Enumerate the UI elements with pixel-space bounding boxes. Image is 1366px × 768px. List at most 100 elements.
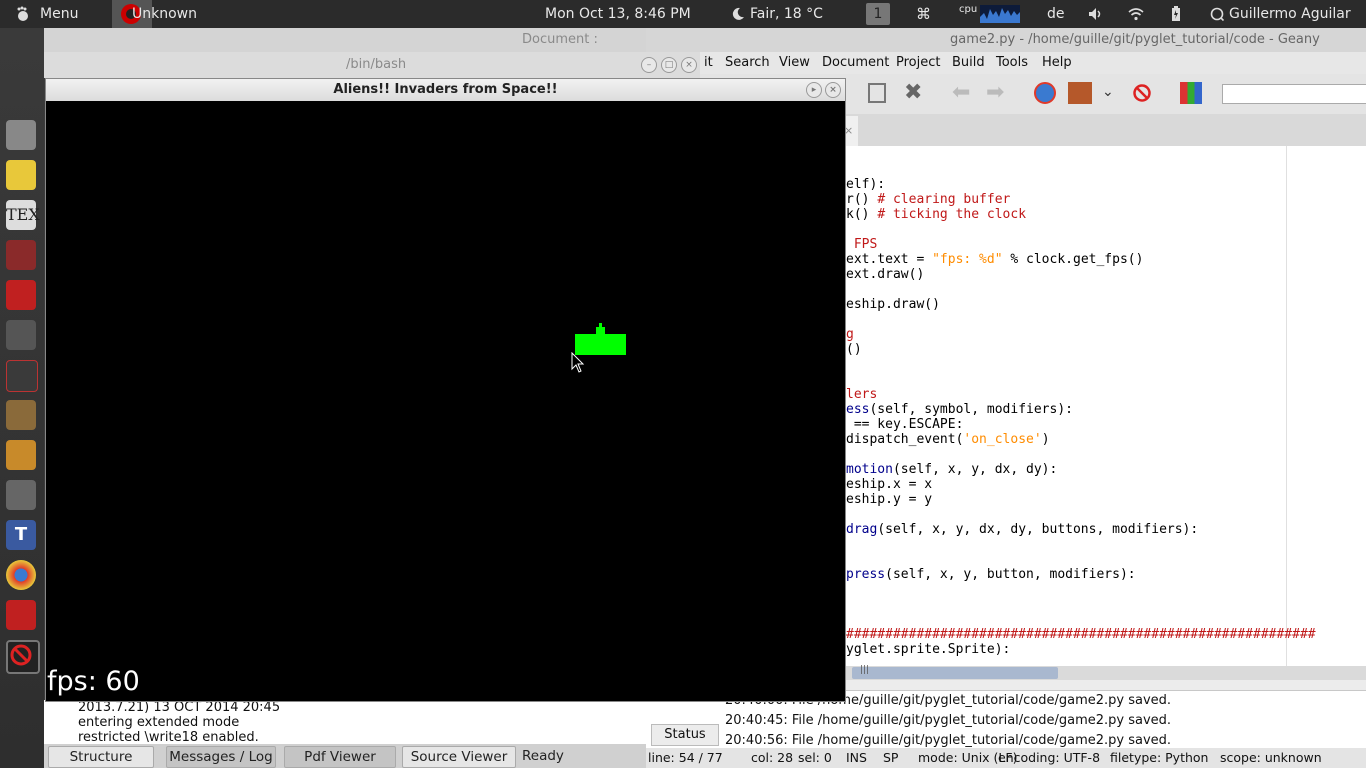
archive-icon[interactable] [6, 400, 36, 430]
build-dropdown-chevron-icon[interactable]: ⌄ [1102, 84, 1114, 100]
stop-build-icon[interactable] [1132, 83, 1152, 103]
code-line: motion(self, x, y, dx, dy): [846, 462, 1057, 477]
status-encoding: encoding: UTF-8 [998, 750, 1101, 765]
code-line: eship.y = y [846, 492, 932, 507]
compile-icon[interactable] [1034, 82, 1056, 104]
chrome-icon[interactable] [6, 560, 36, 590]
terminal-line: 2013.7.21) 13 OCT 2014 20:45 [78, 700, 281, 715]
menu-build[interactable]: Build [952, 52, 985, 74]
close-icon[interactable]: × [681, 57, 697, 73]
pidgin-icon[interactable] [6, 160, 36, 190]
mouse-cursor-icon [571, 351, 585, 374]
long-line-marker [1286, 146, 1287, 666]
calculator-icon[interactable] [6, 320, 36, 350]
code-token: (self, x, y, dx, dy, buttons, modifiers)… [877, 522, 1199, 537]
revert-icon[interactable] [868, 83, 886, 103]
app-dock: TEX T [0, 28, 44, 768]
texmaker-icon[interactable]: TEX [6, 200, 40, 230]
cpu-graph[interactable] [980, 5, 1020, 23]
web-icon[interactable] [6, 360, 38, 392]
workspace-switcher[interactable]: 1 [866, 3, 890, 25]
code-line: eship.draw() [846, 297, 940, 312]
maximize-icon[interactable]: ▸ [806, 82, 822, 98]
document-window-titlebar[interactable]: Document : /home/gi [44, 28, 646, 71]
search-input[interactable] [1222, 84, 1366, 104]
settings-gear-icon[interactable] [6, 480, 36, 510]
tab-status[interactable]: Status [651, 724, 719, 746]
status-filetype: filetype: Python [1110, 750, 1209, 765]
code-line: yglet.sprite.Sprite): [846, 642, 1010, 657]
menu-search[interactable]: Search [725, 52, 770, 74]
game-window-titlebar[interactable]: Aliens!! Invaders from Space!! ▸ × [46, 79, 845, 101]
build-icon[interactable] [1068, 82, 1092, 104]
maximize-icon[interactable]: □ [661, 57, 677, 73]
menu-document[interactable]: Document [822, 52, 889, 74]
user-name[interactable]: Guillermo Aguilar [1229, 0, 1351, 28]
structure-button[interactable]: Structure [48, 746, 154, 768]
code-line: elf): [846, 177, 885, 192]
geany-title-text: game2.py - /home/guille/git/pyglet_tutor… [950, 32, 1320, 47]
code-line: ess(self, symbol, modifiers): [846, 402, 1073, 417]
volume-icon[interactable] [1088, 0, 1104, 28]
status-sp: SP [883, 750, 899, 765]
color-chooser-icon[interactable] [1180, 82, 1202, 104]
weather-text[interactable]: Fair, 18 °C [750, 0, 823, 28]
code-line: drag(self, x, y, dx, dy, buttons, modifi… [846, 522, 1198, 537]
menu-button[interactable]: Menu [40, 0, 78, 28]
stop-icon[interactable] [6, 640, 40, 674]
code-token: motion [846, 462, 893, 477]
code-line: FPS [846, 237, 878, 252]
battery-icon[interactable] [1171, 0, 1181, 28]
terminal-line: restricted \write18 enabled. [78, 730, 259, 745]
geany-titlebar[interactable]: game2.py - /home/guille/git/pyglet_tutor… [646, 28, 1366, 52]
messages-log-button[interactable]: Messages / Log [166, 746, 276, 768]
code-token: FPS [846, 237, 878, 252]
close-icon[interactable]: × [825, 82, 841, 98]
keyboard-layout[interactable]: de [1047, 0, 1065, 28]
game-window[interactable] [45, 78, 846, 702]
file-manager-icon[interactable] [6, 120, 36, 150]
build-status: Ready [522, 748, 564, 764]
bash-window-titlebar[interactable]: /bin/bash – □ × [44, 52, 700, 78]
forward-icon[interactable]: ➡ [986, 80, 1004, 105]
code-line: eship.x = x [846, 477, 932, 492]
bow-icon[interactable] [6, 440, 36, 470]
code-line: ext.draw() [846, 267, 924, 282]
minimize-icon[interactable]: – [641, 57, 657, 73]
tab-close-icon[interactable]: × [844, 116, 858, 146]
source-viewer-button[interactable]: Source Viewer [402, 746, 516, 768]
code-line: ext.text = "fps: %d" % clock.get_fps() [846, 252, 1143, 267]
close-file-icon[interactable]: ✖ [904, 80, 922, 105]
user-icon[interactable] [1210, 0, 1225, 28]
mendeley-icon[interactable] [6, 240, 36, 270]
menu-view[interactable]: View [779, 52, 810, 74]
wifi-icon[interactable] [1128, 0, 1144, 28]
menu-project[interactable]: Project [896, 52, 940, 74]
presentation-2-icon[interactable] [6, 600, 36, 630]
weather-moon-icon[interactable] [731, 0, 745, 28]
active-window-title[interactable]: Unknown [132, 0, 197, 28]
clock[interactable]: Mon Oct 13, 8:46 PM [545, 0, 691, 28]
pdf-viewer-button[interactable]: Pdf Viewer [284, 746, 396, 768]
status-ins: INS [846, 750, 867, 765]
menu-help[interactable]: Help [1042, 52, 1072, 74]
command-key-icon[interactable]: ⌘ [916, 0, 931, 28]
code-token: r() [846, 192, 878, 207]
typing-tutor-icon[interactable]: T [6, 520, 36, 550]
scrollbar-thumb[interactable]: ||| [852, 665, 1058, 679]
code-token: elf): [846, 177, 886, 192]
code-line: r() # clearing buffer [846, 192, 1010, 207]
back-icon[interactable]: ⬅ [952, 80, 970, 105]
code-token: (self, symbol, modifiers): [869, 402, 1073, 417]
menu-edit[interactable]: it [704, 52, 713, 74]
status-line: line: 54 / 77 [648, 750, 723, 765]
presentation-icon[interactable] [6, 280, 36, 310]
code-token: g [846, 327, 854, 342]
status-message: 20:40:56: File /home/guille/git/pyglet_t… [725, 733, 1172, 748]
code-token: () [846, 342, 862, 357]
gnome-foot-icon[interactable] [14, 0, 30, 28]
menu-tools[interactable]: Tools [996, 52, 1028, 74]
code-token: press [846, 567, 886, 582]
code-token: ess [846, 402, 870, 417]
code-line: dispatch_event('on_close') [846, 432, 1050, 447]
